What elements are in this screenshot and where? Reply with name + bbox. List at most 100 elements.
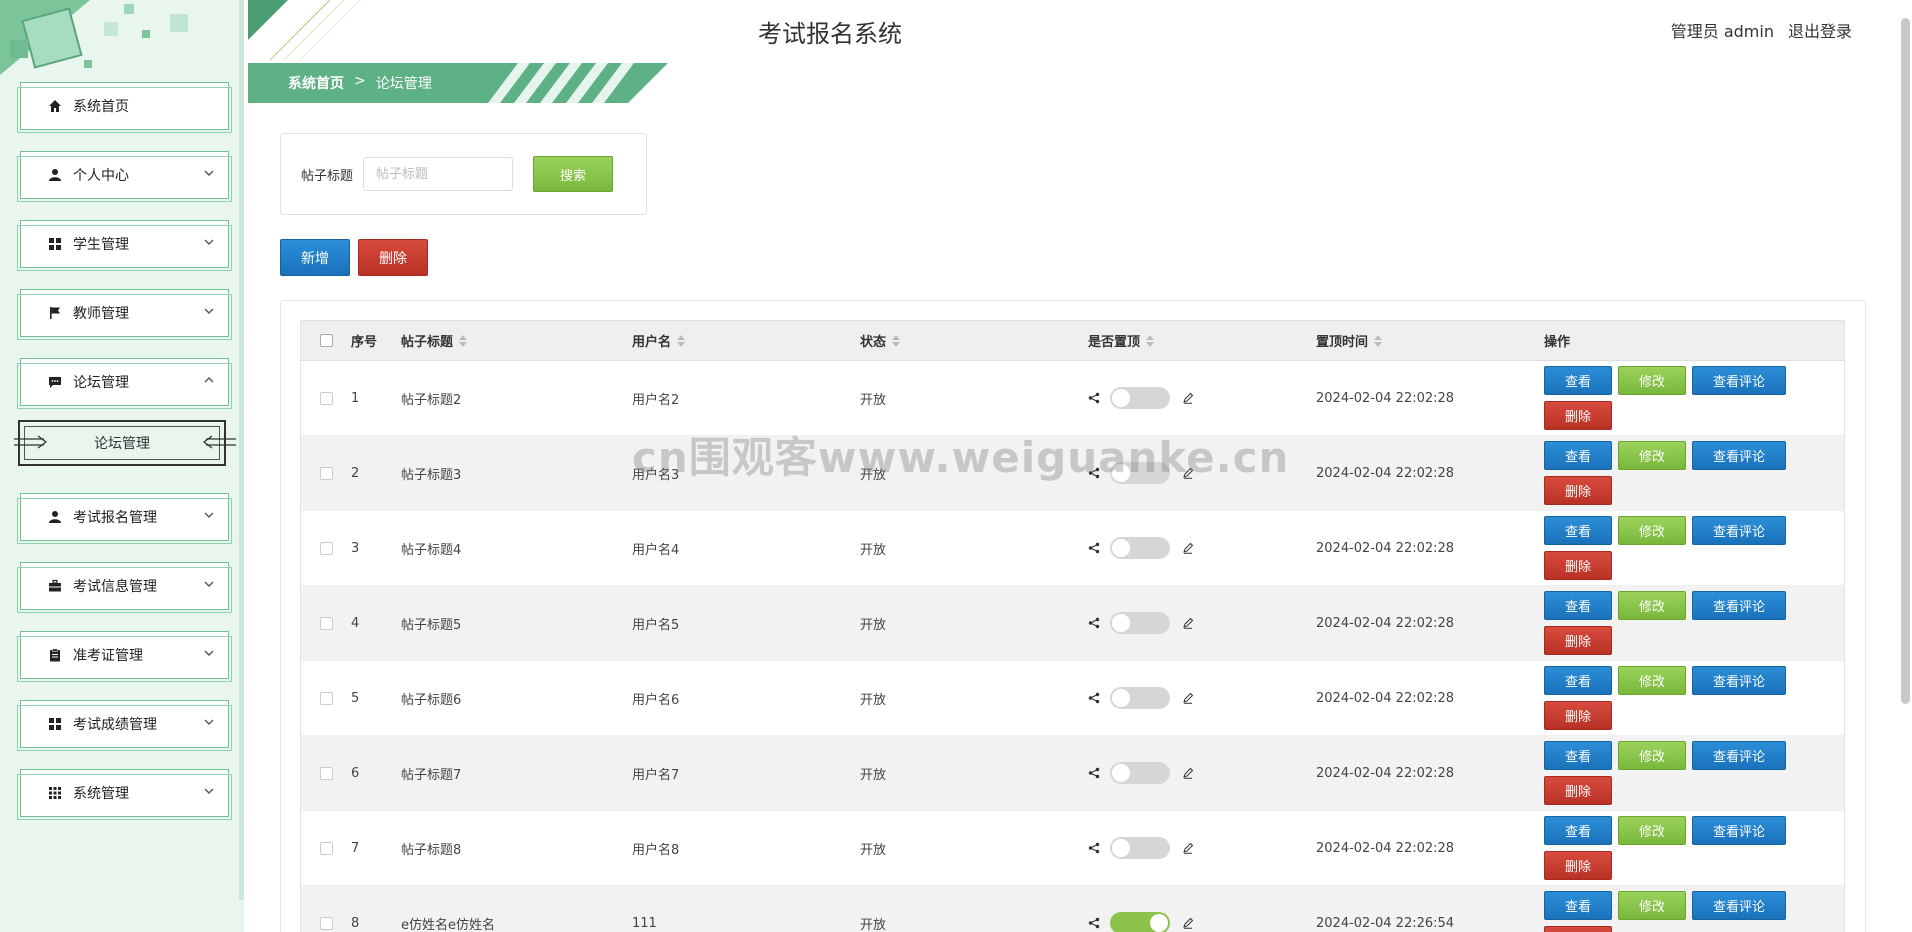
view-button[interactable]: 查看	[1544, 666, 1612, 695]
row-delete-button[interactable]: 删除	[1544, 551, 1612, 580]
view-comments-button[interactable]: 查看评论	[1692, 366, 1786, 395]
pin-toggle[interactable]	[1110, 687, 1170, 709]
arrow-left-icon	[203, 435, 236, 449]
header-status[interactable]: 状态	[860, 331, 1088, 350]
select-all-checkbox[interactable]	[319, 334, 333, 347]
sort-icon[interactable]	[459, 334, 468, 347]
edit-pen-icon[interactable]	[1182, 767, 1194, 779]
sidebar-subitem-forum-manage[interactable]: 论坛管理	[14, 420, 236, 466]
header-user[interactable]: 用户名	[632, 331, 860, 350]
row-checkbox[interactable]	[319, 691, 333, 705]
row-delete-button[interactable]: 删除	[1544, 701, 1612, 730]
share-icon[interactable]	[1088, 842, 1100, 854]
row-delete-button[interactable]: 删除	[1544, 626, 1612, 655]
view-button[interactable]: 查看	[1544, 816, 1612, 845]
edit-pen-icon[interactable]	[1182, 542, 1194, 554]
view-button[interactable]: 查看	[1544, 366, 1612, 395]
share-icon[interactable]	[1088, 617, 1100, 629]
sidebar-item-exam-info[interactable]: 考试信息管理	[17, 562, 232, 613]
delete-button[interactable]: 删除	[358, 239, 428, 276]
search-button[interactable]: 搜索	[533, 156, 614, 192]
view-comments-button[interactable]: 查看评论	[1692, 441, 1786, 470]
view-button[interactable]: 查看	[1544, 741, 1612, 770]
header-top[interactable]: 是否置顶	[1088, 331, 1316, 350]
header-title[interactable]: 帖子标题	[401, 331, 632, 350]
header-time[interactable]: 置顶时间	[1316, 331, 1544, 350]
row-checkbox[interactable]	[319, 466, 333, 480]
sidebar-item-label: 系统管理	[73, 786, 129, 802]
row-delete-button[interactable]: 删除	[1544, 476, 1612, 505]
view-button[interactable]: 查看	[1544, 441, 1612, 470]
pin-toggle[interactable]	[1110, 537, 1170, 559]
sort-icon[interactable]	[677, 334, 686, 347]
edit-button[interactable]: 修改	[1618, 441, 1686, 470]
sort-icon[interactable]	[1146, 334, 1155, 347]
sidebar-item-students[interactable]: 学生管理	[17, 220, 232, 271]
view-comments-button[interactable]: 查看评论	[1692, 816, 1786, 845]
sidebar-scrollbar[interactable]	[239, 0, 244, 900]
share-icon[interactable]	[1088, 917, 1100, 929]
share-icon[interactable]	[1088, 542, 1100, 554]
share-icon[interactable]	[1088, 467, 1100, 479]
row-delete-button[interactable]: 删除	[1544, 926, 1612, 932]
cell-user: 用户名6	[632, 692, 680, 708]
row-checkbox[interactable]	[319, 541, 333, 555]
page-scrollbar[interactable]	[1901, 18, 1910, 704]
sort-icon[interactable]	[1374, 334, 1383, 347]
view-comments-button[interactable]: 查看评论	[1692, 591, 1786, 620]
edit-button[interactable]: 修改	[1618, 666, 1686, 695]
row-delete-button[interactable]: 删除	[1544, 851, 1612, 880]
cell-status: 开放	[860, 467, 887, 483]
sidebar-item-exam-scores[interactable]: 考试成绩管理	[17, 700, 232, 751]
breadcrumb-home[interactable]: 系统首页	[288, 73, 344, 93]
table-row: 7 帖子标题8 用户名8 开放 2024-02-04 22:02:28 查看 修改 查看评论删…	[301, 811, 1844, 886]
sort-icon[interactable]	[892, 334, 901, 347]
edit-pen-icon[interactable]	[1182, 617, 1194, 629]
edit-button[interactable]: 修改	[1618, 816, 1686, 845]
pin-toggle[interactable]	[1110, 462, 1170, 484]
edit-pen-icon[interactable]	[1182, 692, 1194, 704]
edit-button[interactable]: 修改	[1618, 591, 1686, 620]
edit-button[interactable]: 修改	[1618, 516, 1686, 545]
add-button[interactable]: 新增	[280, 239, 350, 276]
edit-pen-icon[interactable]	[1182, 392, 1194, 404]
row-checkbox[interactable]	[319, 841, 333, 855]
sidebar-item-admission-ticket[interactable]: 准考证管理	[17, 631, 232, 682]
sidebar-item-home[interactable]: 系统首页	[17, 82, 232, 133]
search-input[interactable]	[363, 157, 514, 191]
sidebar-item-teachers[interactable]: 教师管理	[17, 289, 232, 340]
view-button[interactable]: 查看	[1544, 516, 1612, 545]
edit-button[interactable]: 修改	[1618, 366, 1686, 395]
view-button[interactable]: 查看	[1544, 891, 1612, 920]
edit-pen-icon[interactable]	[1182, 842, 1194, 854]
edit-button[interactable]: 修改	[1618, 891, 1686, 920]
sidebar-item-system[interactable]: 系统管理	[17, 769, 232, 820]
view-comments-button[interactable]: 查看评论	[1692, 666, 1786, 695]
logout-link[interactable]: 退出登录	[1788, 18, 1852, 42]
share-icon[interactable]	[1088, 767, 1100, 779]
pin-toggle[interactable]	[1110, 762, 1170, 784]
row-delete-button[interactable]: 删除	[1544, 401, 1612, 430]
edit-pen-icon[interactable]	[1182, 917, 1194, 929]
pin-toggle[interactable]	[1110, 612, 1170, 634]
pin-toggle[interactable]	[1110, 387, 1170, 409]
row-delete-button[interactable]: 删除	[1544, 776, 1612, 805]
row-checkbox[interactable]	[319, 916, 333, 930]
edit-pen-icon[interactable]	[1182, 467, 1194, 479]
edit-button[interactable]: 修改	[1618, 741, 1686, 770]
cell-top	[1088, 612, 1316, 634]
pin-toggle[interactable]	[1110, 912, 1170, 932]
share-icon[interactable]	[1088, 692, 1100, 704]
sidebar-item-profile[interactable]: 个人中心	[17, 151, 232, 202]
sidebar-item-forum[interactable]: 论坛管理	[17, 358, 232, 409]
view-comments-button[interactable]: 查看评论	[1692, 741, 1786, 770]
sidebar-item-exam-registration[interactable]: 考试报名管理	[17, 493, 232, 544]
row-checkbox[interactable]	[319, 391, 333, 405]
share-icon[interactable]	[1088, 392, 1100, 404]
row-checkbox[interactable]	[319, 766, 333, 780]
view-button[interactable]: 查看	[1544, 591, 1612, 620]
row-checkbox[interactable]	[319, 616, 333, 630]
view-comments-button[interactable]: 查看评论	[1692, 516, 1786, 545]
pin-toggle[interactable]	[1110, 837, 1170, 859]
view-comments-button[interactable]: 查看评论	[1692, 891, 1786, 920]
